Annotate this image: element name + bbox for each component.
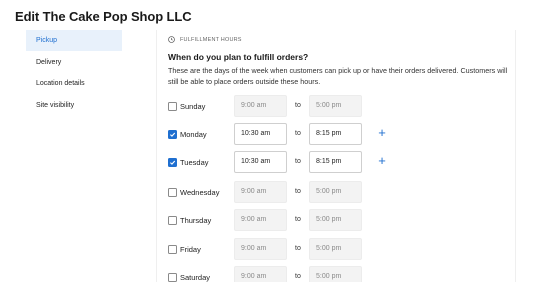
close-time-input[interactable]: 5:00 pm: [309, 181, 362, 203]
close-time-input[interactable]: 5:00 pm: [309, 95, 362, 117]
to-label: to: [295, 245, 301, 252]
open-time-input[interactable]: 9:00 am: [234, 266, 287, 282]
clock-icon: [168, 36, 175, 43]
close-time-input[interactable]: 8:15 pm: [309, 151, 362, 173]
hours-row: Saturday 9:00 am to 5:00 pm: [168, 266, 398, 282]
hours-row: Tuesday 10:30 am to 8:15 pm +: [168, 151, 398, 173]
hours-row: Friday 9:00 am to 5:00 pm: [168, 238, 398, 260]
day-checkbox[interactable]: [168, 101, 177, 111]
open-time-input[interactable]: 9:00 am: [234, 209, 287, 231]
sidebar-item-location-details[interactable]: Location details: [26, 73, 122, 94]
open-time-input[interactable]: 9:00 am: [234, 95, 287, 117]
section-label: FULFILLMENT HOURS: [180, 36, 242, 43]
day-checkbox[interactable]: [168, 244, 177, 254]
day-checkbox[interactable]: [168, 157, 177, 167]
day-label: Monday: [180, 129, 207, 139]
to-label: to: [295, 216, 301, 223]
sidebar-item-pickup[interactable]: Pickup: [26, 30, 122, 51]
day-label: Saturday: [180, 272, 211, 282]
section-header: FULFILLMENT HOURS: [168, 36, 242, 43]
day-label: Thursday: [180, 215, 212, 225]
to-label: to: [295, 188, 301, 195]
day-label: Wednesday: [180, 187, 220, 197]
plus-icon[interactable]: +: [375, 126, 389, 140]
close-time-input[interactable]: 8:15 pm: [309, 123, 362, 145]
day-label: Friday: [180, 244, 201, 254]
plus-icon[interactable]: +: [375, 154, 389, 168]
day-checkbox[interactable]: [168, 129, 177, 139]
open-time-input[interactable]: 9:00 am: [234, 181, 287, 203]
close-time-input[interactable]: 5:00 pm: [309, 266, 362, 282]
to-label: to: [295, 102, 301, 109]
hours-row: Sunday 9:00 am to 5:00 pm: [168, 95, 398, 117]
day-label: Tuesday: [180, 157, 209, 167]
close-time-input[interactable]: 5:00 pm: [309, 238, 362, 260]
sidebar-item-delivery[interactable]: Delivery: [26, 52, 122, 73]
open-time-input[interactable]: 9:00 am: [234, 238, 287, 260]
section-description: These are the days of the week when cust…: [168, 66, 508, 86]
hours-row: Wednesday 9:00 am to 5:00 pm: [168, 181, 398, 203]
to-label: to: [295, 273, 301, 280]
page-title: Edit The Cake Pop Shop LLC: [15, 9, 192, 24]
day-checkbox[interactable]: [168, 272, 177, 282]
day-checkbox[interactable]: [168, 215, 177, 225]
to-label: to: [295, 158, 301, 165]
to-label: to: [295, 130, 301, 137]
sidebar-item-site-visibility[interactable]: Site visibility: [26, 95, 122, 116]
close-time-input[interactable]: 5:00 pm: [309, 209, 362, 231]
day-checkbox[interactable]: [168, 187, 177, 197]
hours-row: Monday 10:30 am to 8:15 pm +: [168, 123, 398, 145]
hours-row: Thursday 9:00 am to 5:00 pm: [168, 209, 398, 231]
open-time-input[interactable]: 10:30 am: [234, 123, 287, 145]
day-label: Sunday: [180, 101, 206, 111]
open-time-input[interactable]: 10:30 am: [234, 151, 287, 173]
sidebar-nav: Pickup Delivery Location details Site vi…: [26, 30, 122, 116]
section-question: When do you plan to fulfill orders?: [168, 52, 309, 62]
